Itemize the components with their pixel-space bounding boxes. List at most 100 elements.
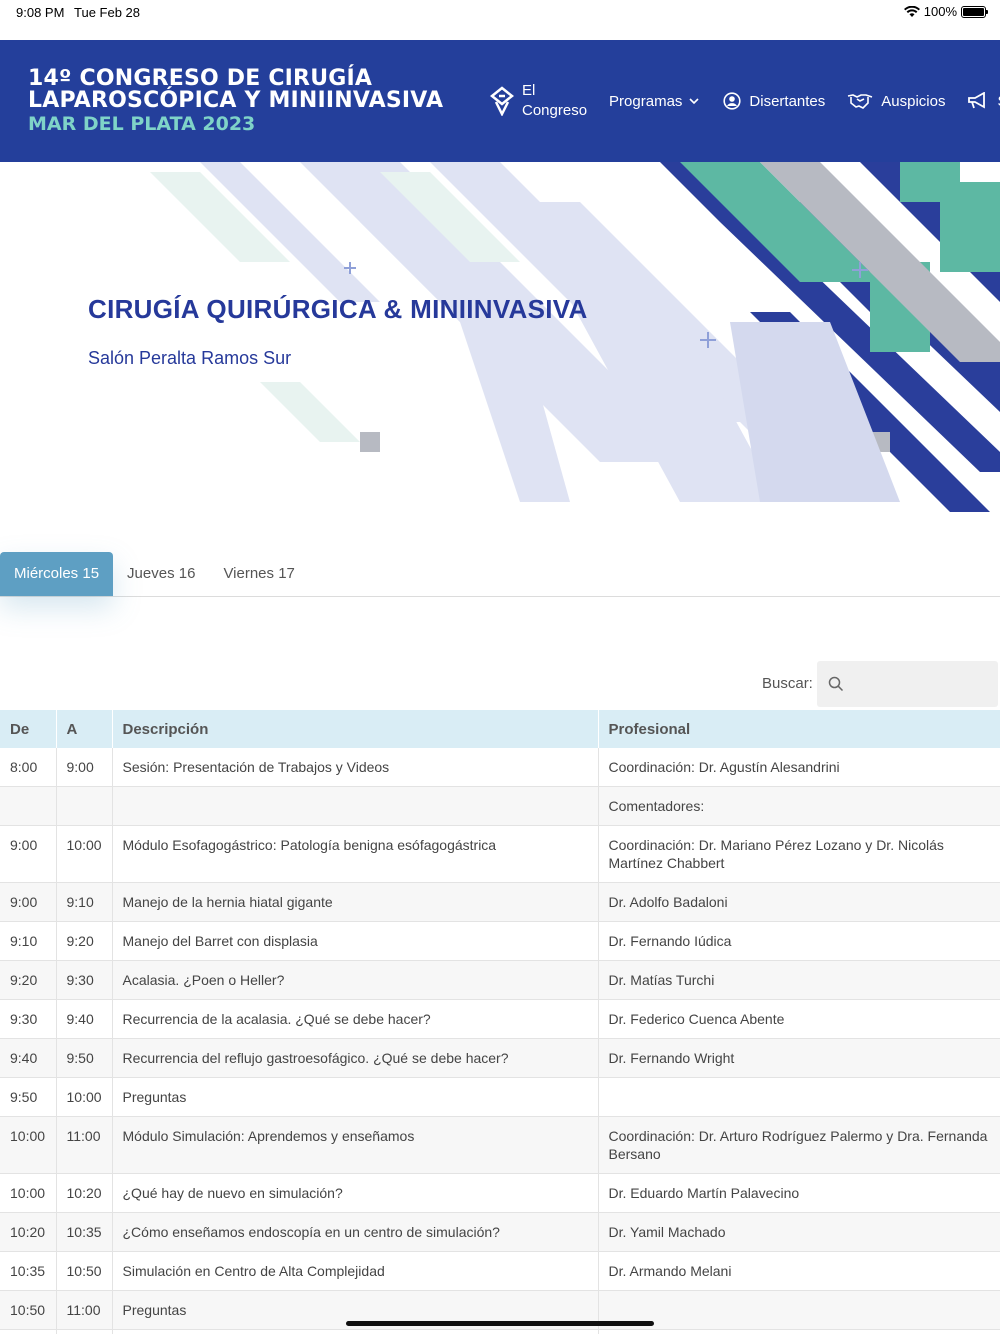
- status-right: 100%: [903, 4, 988, 19]
- nav-disertantes-label: Disertantes: [749, 92, 826, 110]
- nav-programas[interactable]: Programas: [609, 93, 701, 110]
- cell-de: 9:40: [0, 1038, 57, 1078]
- table-header-row: De A Descripción Profesional: [0, 710, 1000, 748]
- table-row: 10:35 10:50 Simulación en Centro de Alta C…: [0, 1251, 1000, 1291]
- megaphone-icon: [968, 92, 986, 109]
- cell-a: 11:00: [56, 1290, 113, 1330]
- status-time: 9:08 PM: [16, 5, 65, 20]
- cell-profesional: Comentadores:: [598, 786, 1000, 826]
- nav-disertantes[interactable]: Disertantes: [723, 92, 825, 110]
- congress-mark-icon: [490, 86, 514, 116]
- battery-icon: [961, 5, 988, 18]
- search-icon: [828, 676, 844, 692]
- column-header-descripcion[interactable]: Descripción: [112, 710, 599, 748]
- cell-profesional: Dr. Fernando Wright: [598, 1038, 1000, 1078]
- table-row: 9:00 10:00 Módulo Esofagogástrico: Patolog…: [0, 825, 1000, 883]
- cell-de: 9:50: [0, 1077, 57, 1117]
- cell-a: 11:30: [56, 1329, 113, 1334]
- cell-a: 10:00: [56, 1077, 113, 1117]
- cell-descripcion: ¿Cómo enseñamos endoscopía en un centro …: [112, 1212, 599, 1252]
- cell-a: 9:40: [56, 999, 113, 1039]
- search-box[interactable]: [817, 661, 998, 707]
- cell-a: 10:50: [56, 1251, 113, 1291]
- column-header-a[interactable]: A: [56, 710, 113, 748]
- cell-de: 10:20: [0, 1212, 57, 1252]
- cell-a: 10:35: [56, 1212, 113, 1252]
- cell-profesional: Dr. Matías Turchi: [598, 960, 1000, 1000]
- cell-a: [56, 786, 113, 826]
- handshake-icon: [848, 94, 873, 109]
- cell-a: 10:00: [56, 825, 113, 883]
- nav-programas-label: Programas: [609, 92, 683, 110]
- cell-profesional: Dr. Federico Cuenca Abente: [598, 999, 1000, 1039]
- table-row: 9:30 9:40 Recurrencia de la acalasia. ¿Qué…: [0, 999, 1000, 1039]
- tab-viernes[interactable]: Viernes 17: [209, 552, 308, 596]
- day-tabs: Miércoles 15 Jueves 16 Viernes 17: [0, 552, 1000, 597]
- cell-profesional: Dr. Adolfo Badaloni: [598, 882, 1000, 922]
- cell-de: 10:00: [0, 1173, 57, 1213]
- hero-background-pattern: [150, 162, 1000, 512]
- cell-descripcion: Recurrencia de la acalasia. ¿Qué se debe…: [112, 999, 599, 1039]
- logo-line-1: 14º CONGRESO DE CIRUGÍA: [28, 66, 373, 91]
- logo-line-3: MAR DEL PLATA 2023: [28, 113, 256, 135]
- status-bar: 9:08 PM Tue Feb 28 100%: [0, 0, 1000, 40]
- cell-de: 9:30: [0, 999, 57, 1039]
- table-row: 9:20 9:30 Acalasia. ¿Poen o Heller? Dr. Mat…: [0, 960, 1000, 1000]
- schedule-table-wrap: De A Descripción Profesional 8:00 9:00 Ses…: [0, 710, 1000, 1334]
- cell-de: 10:50: [0, 1290, 57, 1330]
- table-row: Comentadores:: [0, 786, 1000, 826]
- table-row: 10:00 10:20 ¿Qué hay de nuevo en simulació…: [0, 1173, 1000, 1213]
- cell-de: [0, 786, 57, 826]
- status-date: Tue Feb 28: [74, 5, 141, 20]
- cell-descripcion: COFFEE BREAK: [112, 1329, 599, 1334]
- site-header: 14º CONGRESO DE CIRUGÍA LAPAROSCÓPICA Y …: [0, 40, 1000, 162]
- hero-title: CIRUGÍA QUIRÚRGICA & MINIINVASIVA: [88, 294, 588, 324]
- cell-descripcion: Módulo Esofagogástrico: Patología benign…: [112, 825, 599, 883]
- cell-descripcion: Manejo de la hernia hiatal gigante: [112, 882, 599, 922]
- table-row: 10:20 10:35 ¿Cómo enseñamos endoscopía en …: [0, 1212, 1000, 1252]
- cell-descripcion: [112, 786, 599, 826]
- cell-descripcion: Manejo del Barret con displasia: [112, 921, 599, 961]
- nav-next-item[interactable]: S: [967, 92, 1000, 110]
- column-header-de[interactable]: De: [0, 710, 57, 748]
- cell-de: 11:00: [0, 1329, 57, 1334]
- schedule-table: De A Descripción Profesional 8:00 9:00 Ses…: [0, 710, 1000, 1334]
- cell-profesional: Dr. Fernando Iúdica: [598, 921, 1000, 961]
- cell-profesional: Coordinación: Dr. Arturo Rodríguez Paler…: [598, 1116, 1000, 1174]
- congress-logo[interactable]: 14º CONGRESO DE CIRUGÍA LAPAROSCÓPICA Y …: [28, 68, 443, 136]
- table-row: 9:10 9:20 Manejo del Barret con displasia D…: [0, 921, 1000, 961]
- search-input[interactable]: [850, 664, 990, 704]
- cell-descripcion: Recurrencia del reflujo gastroesofágico.…: [112, 1038, 599, 1078]
- cell-de: 9:10: [0, 921, 57, 961]
- cell-descripcion: Acalasia. ¿Poen o Heller?: [112, 960, 599, 1000]
- tab-miercoles[interactable]: Miércoles 15: [0, 552, 114, 596]
- nav-el-congreso[interactable]: El Congreso: [490, 81, 587, 121]
- cell-descripcion: Preguntas: [112, 1077, 599, 1117]
- cell-de: 9:20: [0, 960, 57, 1000]
- nav-auspicios[interactable]: Auspicios: [847, 92, 945, 110]
- cell-de: 10:00: [0, 1116, 57, 1174]
- table-row: 9:50 10:00 Preguntas: [0, 1077, 1000, 1117]
- cell-descripcion: Simulación en Centro de Alta Complejidad: [112, 1251, 599, 1291]
- cell-a: 9:20: [56, 921, 113, 961]
- table-row: 9:00 9:10 Manejo de la hernia hiatal gigan…: [0, 882, 1000, 922]
- nav-el-congreso-line1: El: [522, 82, 536, 99]
- cell-profesional: [598, 1329, 1000, 1334]
- nav-el-congreso-line2: Congreso: [522, 102, 588, 119]
- home-indicator: [346, 1321, 654, 1326]
- tab-jueves[interactable]: Jueves 16: [113, 552, 209, 596]
- cell-profesional: [598, 1077, 1000, 1117]
- cell-profesional: Dr. Yamil Machado: [598, 1212, 1000, 1252]
- battery-percent: 100%: [923, 4, 957, 19]
- column-header-profesional[interactable]: Profesional: [598, 710, 1000, 748]
- cell-a: 9:00: [56, 748, 113, 787]
- nav-auspicios-label: Auspicios: [881, 92, 946, 110]
- table-row: 9:40 9:50 Recurrencia del reflujo gastroes…: [0, 1038, 1000, 1078]
- cell-descripcion: ¿Qué hay de nuevo en simulación?: [112, 1173, 599, 1213]
- table-row: 8:00 9:00 Sesión: Presentación de Trabajos…: [0, 748, 1000, 787]
- user-circle-icon: [723, 92, 742, 110]
- cell-de: 9:00: [0, 825, 57, 883]
- cell-a: 9:10: [56, 882, 113, 922]
- cell-a: 9:50: [56, 1038, 113, 1078]
- cell-profesional: Dr. Eduardo Martín Palavecino: [598, 1173, 1000, 1213]
